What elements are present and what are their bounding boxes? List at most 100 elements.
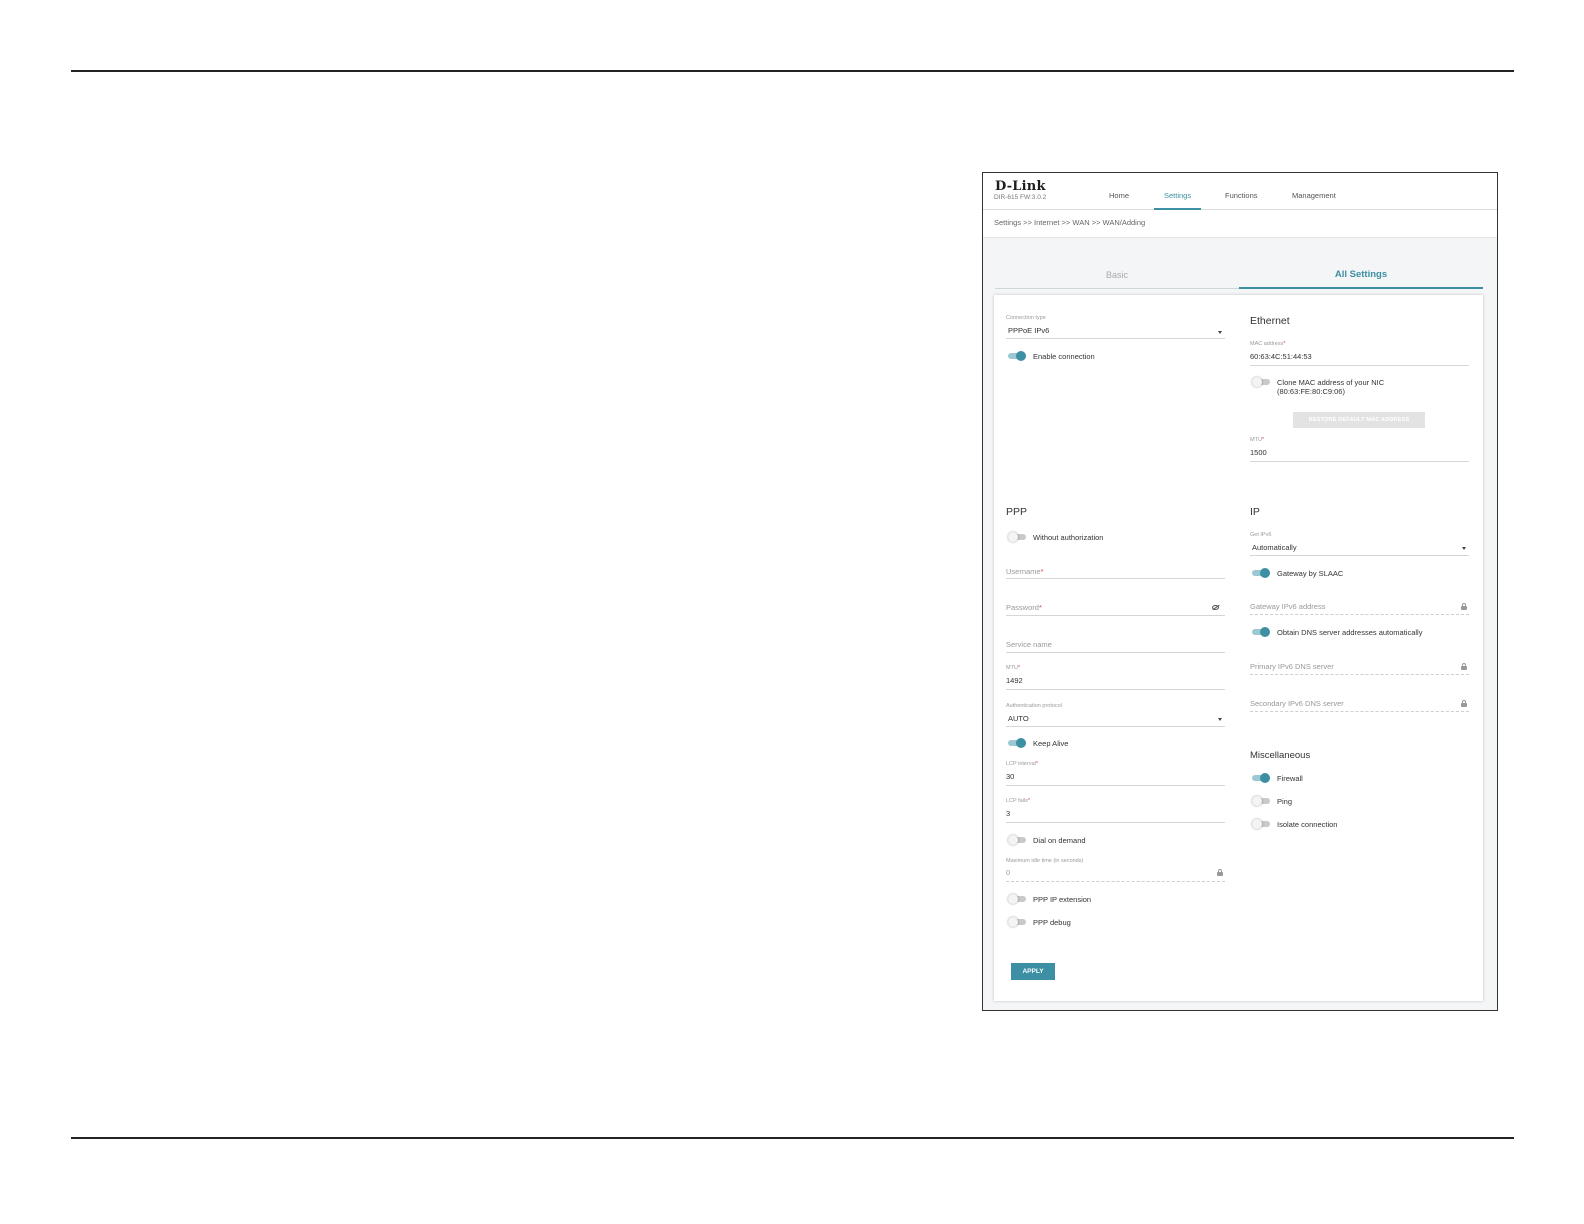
lock-icon [1461, 663, 1467, 670]
lock-icon [1461, 700, 1467, 707]
ping-toggle[interactable] [1252, 796, 1270, 806]
mac-address-underline [1250, 365, 1469, 366]
connection-type-label: Connection type [1006, 315, 1046, 321]
ppp-ip-extension-label: PPP IP extension [1033, 895, 1092, 904]
lock-icon [1461, 603, 1467, 610]
breadcrumb-bar: Settings >> Internet >> WAN >> WAN/Addin… [983, 210, 1497, 238]
lcp-fails-label: LCP fails [1006, 798, 1028, 804]
get-ipv6-value[interactable]: Automatically [1252, 543, 1297, 552]
lcp-interval-label-wrap: LCP interval* [1006, 761, 1038, 767]
nav-home[interactable]: Home [1099, 173, 1139, 210]
lock-icon [1217, 869, 1223, 876]
service-name-field[interactable]: Service name [1006, 640, 1052, 649]
secondary-dns-field: Secondary IPv6 DNS server [1250, 699, 1344, 708]
eth-mtu-label-wrap: MTU* [1250, 437, 1264, 443]
obtain-dns-toggle[interactable] [1252, 627, 1270, 637]
ppp-debug-toggle[interactable] [1008, 917, 1026, 927]
ppp-debug-label: PPP debug [1033, 918, 1071, 927]
eye-hidden-icon[interactable] [1212, 605, 1219, 610]
lcp-interval-value[interactable]: 30 [1006, 772, 1014, 781]
enable-connection-toggle[interactable] [1008, 351, 1026, 361]
service-name-underline [1006, 652, 1225, 653]
ppp-ip-extension-toggle[interactable] [1008, 894, 1026, 904]
ppp-mtu-value[interactable]: 1492 [1006, 676, 1023, 685]
manual-page: D-Link DIR-615 FW:3.0.2 Home Settings Fu… [0, 0, 1584, 1224]
bottom-rule [71, 1137, 1514, 1139]
ppp-mtu-label: MTU [1006, 665, 1018, 671]
tab-basic[interactable]: Basic [995, 261, 1239, 289]
chevron-down-icon[interactable] [1218, 331, 1222, 334]
apply-button[interactable]: APPLY [1011, 963, 1055, 980]
obtain-dns-label: Obtain DNS server addresses automaticall… [1277, 628, 1423, 637]
dial-on-demand-toggle[interactable] [1008, 835, 1026, 845]
get-ipv6-label: Get IPv6 [1250, 532, 1272, 538]
eth-mtu-value[interactable]: 1500 [1250, 448, 1267, 457]
chevron-down-icon[interactable] [1218, 718, 1222, 721]
get-ipv6-underline [1250, 555, 1469, 556]
username-underline [1006, 578, 1225, 579]
required-mark: * [1035, 761, 1038, 767]
max-idle-underline [1006, 881, 1225, 882]
lcp-fails-label-wrap: LCP fails* [1006, 798, 1030, 804]
max-idle-label: Maximum idle time (in seconds) [1006, 858, 1084, 864]
lcp-interval-underline [1006, 785, 1225, 786]
top-rule [71, 70, 1514, 72]
auth-protocol-value[interactable]: AUTO [1008, 714, 1029, 723]
connection-type-underline [1006, 338, 1225, 339]
lcp-interval-label: LCP interval [1006, 761, 1036, 767]
settings-card: Connection type PPPoE IPv6 Enable connec… [994, 295, 1483, 1001]
firmware-version: DIR-615 FW:3.0.2 [994, 194, 1047, 201]
app-header: D-Link DIR-615 FW:3.0.2 Home Settings Fu… [983, 173, 1497, 210]
auth-protocol-underline [1006, 726, 1225, 727]
required-mark: * [1261, 437, 1265, 443]
username-field[interactable]: Username* [1006, 567, 1044, 576]
isolate-connection-toggle[interactable] [1252, 819, 1270, 829]
without-authorization-toggle[interactable] [1008, 532, 1026, 542]
lcp-fails-value[interactable]: 3 [1006, 809, 1010, 818]
tab-all-settings[interactable]: All Settings [1239, 261, 1483, 289]
clone-mac-nic-address: (80:63:FE:80:C9:06) [1277, 387, 1345, 396]
isolate-connection-label: Isolate connection [1277, 820, 1338, 829]
clone-mac-label: Clone MAC address of your NIC [1277, 378, 1385, 387]
firewall-toggle[interactable] [1252, 773, 1270, 783]
ppp-mtu-label-wrap: MTU* [1006, 665, 1020, 671]
secondary-dns-underline [1250, 711, 1469, 712]
nav-settings[interactable]: Settings [1154, 173, 1202, 210]
nav-management[interactable]: Management [1282, 173, 1346, 210]
without-authorization-label: Without authorization [1033, 533, 1104, 542]
connection-type-value[interactable]: PPPoE IPv6 [1008, 326, 1049, 335]
username-placeholder: Username [1006, 567, 1041, 576]
ip-section-title: IP [1250, 506, 1260, 518]
clone-mac-toggle[interactable] [1252, 377, 1270, 387]
restore-default-mac-button[interactable]: RESTORE DEFAULT MAC ADDRESS [1293, 412, 1425, 428]
nav-functions[interactable]: Functions [1215, 173, 1268, 210]
required-mark: * [1283, 341, 1286, 347]
eth-mtu-underline [1250, 461, 1469, 462]
router-ui-screenshot: D-Link DIR-615 FW:3.0.2 Home Settings Fu… [982, 172, 1498, 1011]
dlink-logo: D-Link [995, 179, 1046, 194]
primary-dns-field: Primary IPv6 DNS server [1250, 662, 1334, 671]
firewall-label: Firewall [1277, 774, 1303, 783]
lcp-fails-underline [1006, 822, 1225, 823]
mac-address-value[interactable]: 60:63:4C:51:44:53 [1250, 352, 1312, 361]
ppp-mtu-underline [1006, 689, 1225, 690]
misc-section-title: Miscellaneous [1250, 750, 1311, 761]
required-mark: * [1027, 798, 1031, 804]
gateway-slaac-toggle[interactable] [1252, 568, 1270, 578]
gateway-ipv6-underline [1250, 614, 1469, 615]
keep-alive-toggle[interactable] [1008, 738, 1026, 748]
gateway-ipv6-field: Gateway IPv6 address [1250, 602, 1326, 611]
breadcrumb: Settings >> Internet >> WAN >> WAN/Addin… [994, 218, 1146, 227]
gateway-slaac-label: Gateway by SLAAC [1277, 569, 1344, 578]
password-underline [1006, 615, 1225, 616]
ethernet-section-title: Ethernet [1250, 315, 1290, 327]
eth-mtu-label: MTU [1250, 437, 1262, 443]
ppp-section-title: PPP [1006, 506, 1028, 518]
keep-alive-label: Keep Alive [1033, 739, 1069, 748]
primary-dns-underline [1250, 674, 1469, 675]
auth-protocol-label: Authentication protocol [1006, 703, 1062, 709]
password-placeholder: Password [1006, 603, 1039, 612]
required-mark: * [1038, 603, 1042, 612]
password-field[interactable]: Password* [1006, 603, 1042, 612]
chevron-down-icon[interactable] [1462, 547, 1466, 550]
